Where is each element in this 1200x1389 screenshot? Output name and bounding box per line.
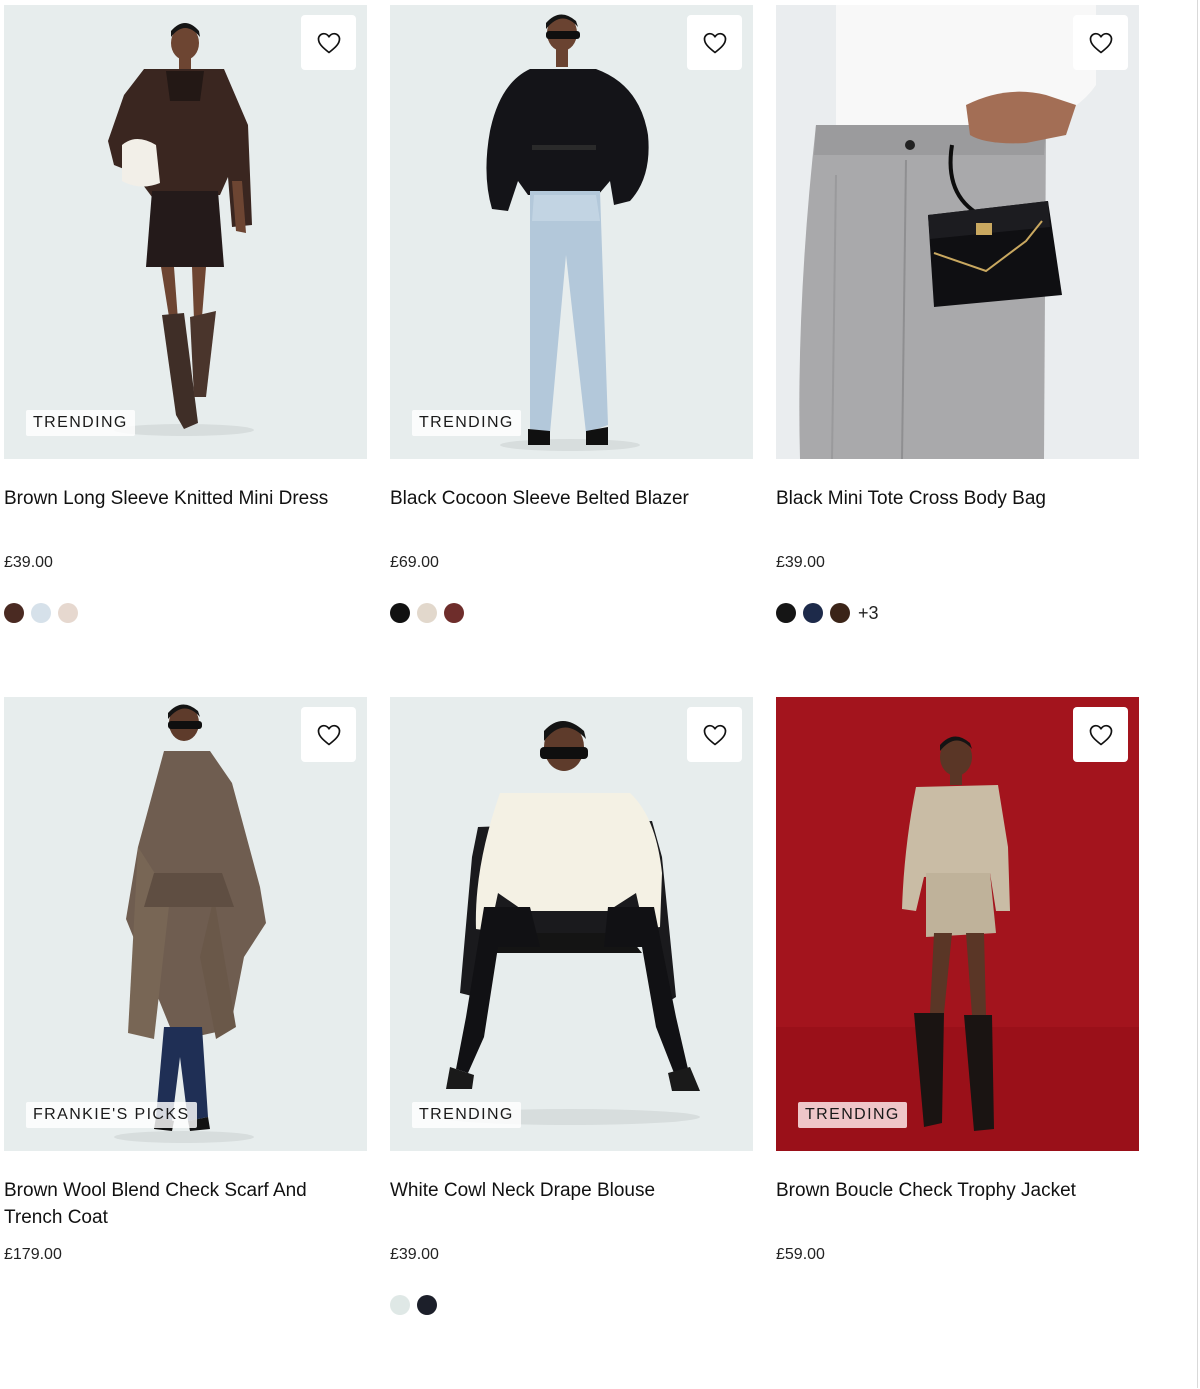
product-photo-white-blouse [390, 697, 753, 1151]
product-photo-brown-dress [4, 5, 367, 459]
product-price: £39.00 [776, 554, 825, 571]
product-photo-check-coat [4, 697, 367, 1151]
page-edge-divider [1197, 0, 1198, 1388]
trending-badge: TRENDING [798, 1102, 907, 1128]
product-card[interactable]: TRENDING Black Cocoon Sleeve Belted Blaz… [390, 5, 753, 697]
product-photo-black-bag [776, 5, 1139, 459]
product-image[interactable] [776, 5, 1139, 459]
color-swatch[interactable] [417, 603, 437, 623]
trending-badge: TRENDING [412, 410, 521, 436]
product-image[interactable]: FRANKIE'S PICKS [4, 697, 367, 1151]
trending-badge: TRENDING [412, 1102, 521, 1128]
heart-outline-icon [1089, 724, 1112, 745]
product-card[interactable]: TRENDING Brown Boucle Check Trophy Jacke… [776, 697, 1139, 1389]
color-swatch[interactable] [31, 603, 51, 623]
heart-outline-icon [317, 724, 340, 745]
product-title[interactable]: Brown Long Sleeve Knitted Mini Dress [4, 485, 367, 541]
product-image[interactable]: TRENDING [776, 697, 1139, 1151]
product-price: £59.00 [776, 1246, 825, 1263]
heart-outline-icon [317, 32, 340, 53]
color-swatch[interactable] [390, 1295, 410, 1315]
product-price: £39.00 [4, 554, 53, 571]
color-swatch[interactable] [444, 603, 464, 623]
color-swatch[interactable] [776, 603, 796, 623]
color-swatches [390, 1293, 753, 1317]
product-price: £179.00 [4, 1246, 62, 1263]
product-photo-boucle-jacket [776, 697, 1139, 1151]
product-photo-black-blazer [390, 5, 753, 459]
color-swatch[interactable] [803, 603, 823, 623]
product-card[interactable]: FRANKIE'S PICKS Brown Wool Blend Check S… [4, 697, 367, 1389]
frankies-picks-badge: FRANKIE'S PICKS [26, 1102, 197, 1128]
color-swatch[interactable] [4, 603, 24, 623]
product-grid: TRENDING Brown Long Sleeve Knitted Mini … [4, 5, 1139, 1389]
color-swatch[interactable] [390, 603, 410, 623]
wishlist-button[interactable] [301, 15, 356, 70]
product-image[interactable]: TRENDING [4, 5, 367, 459]
color-swatches: +3 [776, 601, 1139, 625]
trending-badge: TRENDING [26, 410, 135, 436]
heart-outline-icon [703, 32, 726, 53]
wishlist-button[interactable] [1073, 15, 1128, 70]
product-image[interactable]: TRENDING [390, 5, 753, 459]
product-card[interactable]: Black Mini Tote Cross Body Bag £39.00 +3 [776, 5, 1139, 697]
product-price: £69.00 [390, 554, 439, 571]
color-swatch[interactable] [58, 603, 78, 623]
product-title[interactable]: Brown Boucle Check Trophy Jacket [776, 1177, 1139, 1233]
heart-outline-icon [703, 724, 726, 745]
heart-outline-icon [1089, 32, 1112, 53]
product-card[interactable]: TRENDING Brown Long Sleeve Knitted Mini … [4, 5, 367, 697]
wishlist-button[interactable] [1073, 707, 1128, 762]
product-title[interactable]: Black Mini Tote Cross Body Bag [776, 485, 1139, 541]
color-swatch[interactable] [417, 1295, 437, 1315]
color-swatches [390, 601, 753, 625]
color-swatch[interactable] [830, 603, 850, 623]
wishlist-button[interactable] [687, 707, 742, 762]
wishlist-button[interactable] [301, 707, 356, 762]
product-image[interactable]: TRENDING [390, 697, 753, 1151]
product-price: £39.00 [390, 1246, 439, 1263]
product-title[interactable]: Black Cocoon Sleeve Belted Blazer [390, 485, 753, 541]
wishlist-button[interactable] [687, 15, 742, 70]
product-title[interactable]: Brown Wool Blend Check Scarf And Trench … [4, 1177, 367, 1233]
more-colors-count[interactable]: +3 [858, 603, 879, 624]
product-card[interactable]: TRENDING White Cowl Neck Drape Blouse £3… [390, 697, 753, 1389]
product-title[interactable]: White Cowl Neck Drape Blouse [390, 1177, 753, 1233]
color-swatches [4, 601, 367, 625]
